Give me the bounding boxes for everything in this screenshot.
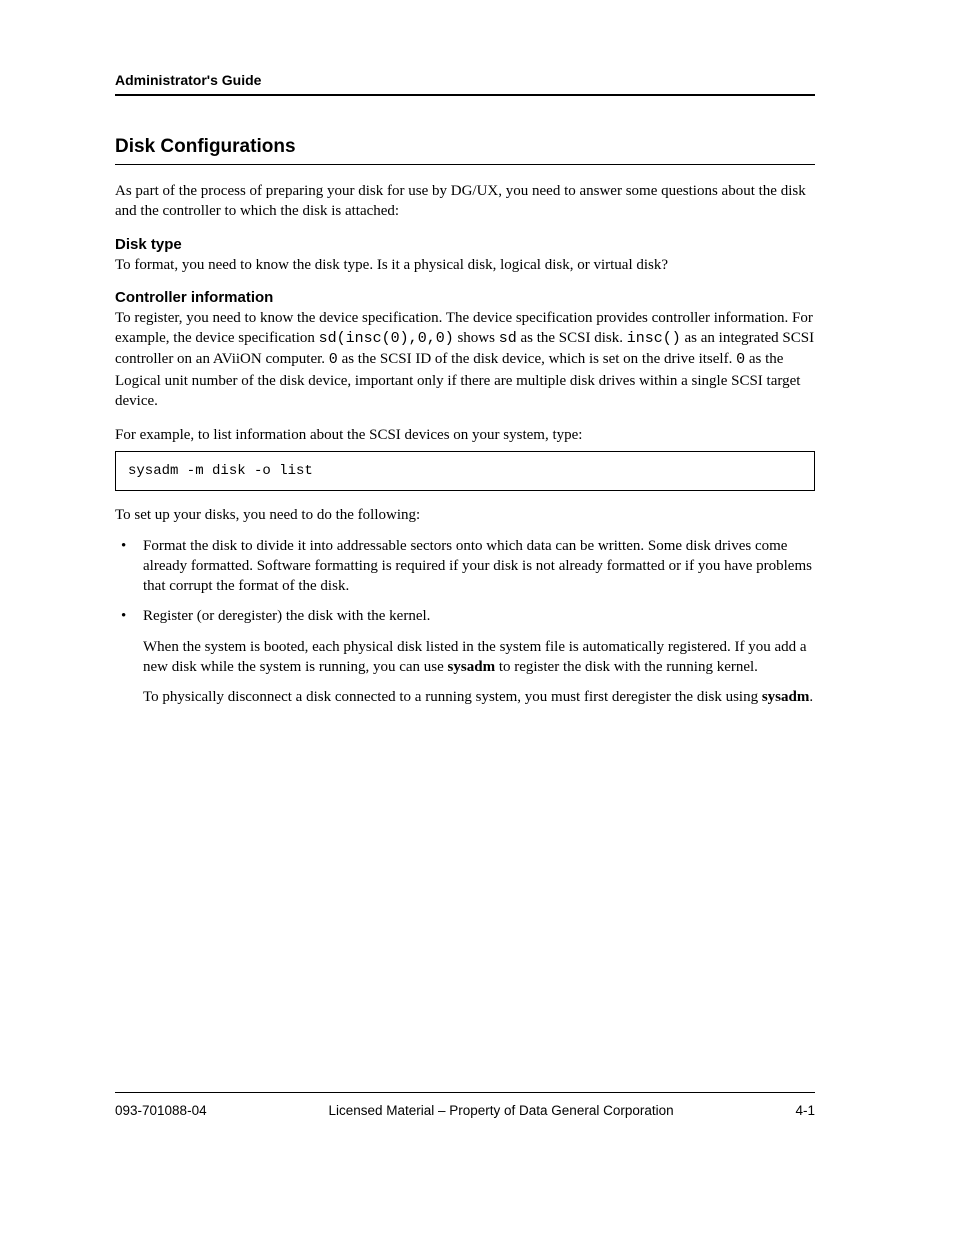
bullet-para-bold: sysadm — [762, 689, 810, 705]
bullet-icon: • — [115, 536, 143, 597]
bullet-item: • Register (or deregister) the disk with… — [115, 606, 815, 707]
bullet-text: Register (or deregister) the disk with t… — [143, 606, 815, 707]
defn-text-post: shows — [454, 330, 499, 346]
ctrl-code: insc() — [627, 330, 681, 347]
term-block-controller-info: Controller information To register, you … — [115, 289, 815, 411]
term-label: Disk type — [115, 236, 815, 253]
example-text: For example, to list information about t… — [115, 425, 815, 445]
page-header-title: Administrator's Guide — [115, 72, 815, 96]
footer-page-number: 4-1 — [795, 1103, 815, 1118]
bullet-item: • Format the disk to divide it into addr… — [115, 536, 815, 597]
bullet-icon: • — [115, 606, 143, 707]
bullets-intro: To set up your disks, you need to do the… — [115, 505, 815, 525]
bullet-text: Format the disk to divide it into addres… — [143, 536, 815, 597]
defn-code: sd(insc(0),0,0) — [319, 330, 454, 347]
bullet-para-post: . — [809, 689, 813, 705]
code-box: sysadm -m disk -o list — [115, 451, 815, 491]
ctrl-text: as the SCSI ID of the disk device, which… — [338, 351, 733, 367]
ctrl-code: 0 — [329, 351, 338, 368]
term-block-disk-type: Disk type To format, you need to know th… — [115, 236, 815, 275]
section-heading: Disk Configurations — [115, 136, 815, 165]
section-intro: As part of the process of preparing your… — [115, 181, 815, 222]
ctrl-code: 0 — [736, 351, 745, 368]
bullet-para-post: to register the disk with the running ke… — [495, 659, 758, 675]
bullet-para-pre: To physically disconnect a disk connecte… — [143, 689, 762, 705]
ctrl-code: sd — [499, 330, 517, 347]
term-definition: To register, you need to know the device… — [115, 308, 815, 411]
page-footer: 093-701088-04 Licensed Material – Proper… — [115, 1092, 815, 1118]
bullet-para-bold: sysadm — [448, 659, 496, 675]
term-label: Controller information — [115, 289, 815, 306]
footer-company: Licensed Material – Property of Data Gen… — [328, 1103, 673, 1118]
term-definition: To format, you need to know the disk typ… — [115, 255, 815, 275]
ctrl-text: as the SCSI disk. — [517, 330, 623, 346]
bullet-line: Register (or deregister) the disk with t… — [143, 608, 430, 624]
footer-ref: 093-701088-04 — [115, 1103, 207, 1118]
